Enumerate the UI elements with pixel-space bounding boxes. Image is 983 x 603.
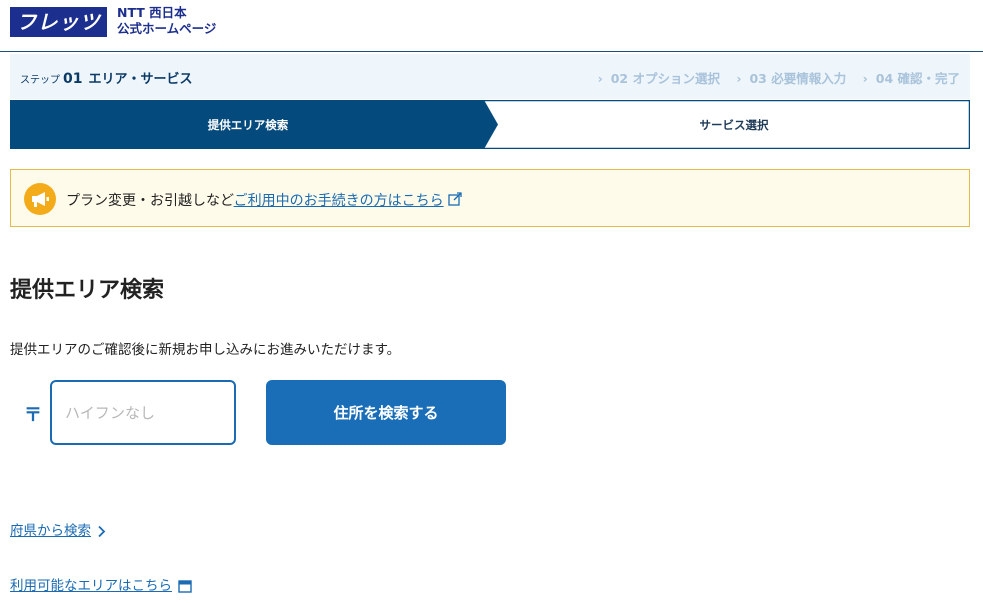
step-confirm: 04 確認・完了 <box>875 71 960 86</box>
available-area-link-label: 利用可能なエリアはこちら <box>10 578 172 594</box>
postal-code-input[interactable] <box>50 380 236 445</box>
brand-line-2: 公式ホームページ <box>117 21 217 36</box>
chevron-right-icon: › <box>736 71 742 86</box>
page-description: 提供エリアのご確認後に新規お申し込みにお進みいただけます。 <box>10 342 401 358</box>
chevron-right-icon: › <box>862 71 868 86</box>
step-name: エリア・サービス <box>88 72 193 87</box>
upcoming-steps: › 02 オプション選択 › 03 必要情報入力 › 04 確認・完了 <box>586 68 960 87</box>
step-options: 02 オプション選択 <box>610 71 720 86</box>
search-address-button[interactable]: 住所を検索する <box>266 380 506 445</box>
step-prefix: ステップ <box>20 75 60 86</box>
brand-line-1: NTT 西日本 <box>117 5 187 20</box>
site-header: フレッツ NTT 西日本 公式ホームページ <box>0 0 983 52</box>
chevron-right-icon: › <box>597 71 603 86</box>
ntt-west-brand[interactable]: NTT 西日本 公式ホームページ <box>117 5 216 37</box>
page-title: 提供エリア検索 <box>10 278 165 303</box>
current-step: ステップ 01 エリア・サービス <box>20 68 193 87</box>
external-link-icon <box>447 192 462 210</box>
existing-customer-link[interactable]: ご利用中のお手続きの方はこちら <box>234 193 444 209</box>
notice-banner: プラン変更・お引越しなどご利用中のお手続きの方はこちら <box>10 169 970 227</box>
chevron-right-icon <box>98 525 106 537</box>
search-by-prefecture-link[interactable]: 府県から検索 <box>10 519 106 539</box>
flets-logo[interactable]: フレッツ <box>10 7 107 37</box>
prefecture-link-label: 府県から検索 <box>10 523 91 539</box>
step-required-info: 03 必要情報入力 <box>749 71 847 86</box>
tab-service-select[interactable]: サービス選択 <box>498 117 970 133</box>
step-number: 01 <box>63 71 83 87</box>
tab-area-search[interactable]: 提供エリア検索 <box>10 117 486 133</box>
step-progress-bar: ステップ 01 エリア・サービス › 02 オプション選択 › 03 必要情報入力 › 0… <box>10 54 970 99</box>
sub-step-tabs: 提供エリア検索 サービス選択 <box>10 100 970 149</box>
available-area-link[interactable]: 利用可能なエリアはこちら <box>10 574 192 594</box>
megaphone-icon <box>24 183 56 215</box>
notice-message: プラン変更・お引越しなど <box>66 193 234 209</box>
notice-text: プラン変更・お引越しなどご利用中のお手続きの方はこちら <box>66 190 462 210</box>
postal-mark-icon: 〒 <box>24 405 42 426</box>
new-window-icon <box>178 579 192 593</box>
